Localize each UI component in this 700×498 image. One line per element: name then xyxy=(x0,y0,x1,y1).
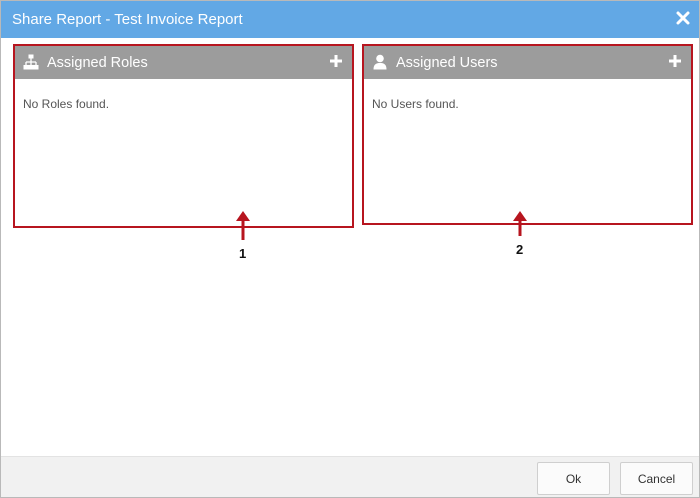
add-user-plus-icon[interactable] xyxy=(668,54,682,68)
assigned-roles-panel: Assigned Roles No Roles found. xyxy=(14,46,353,226)
dialog-titlebar: Share Report - Test Invoice Report xyxy=(1,1,699,38)
cancel-button[interactable]: Cancel xyxy=(620,462,693,495)
ok-button[interactable]: Ok xyxy=(537,462,610,495)
annotation-arrow-2 xyxy=(513,211,527,236)
hierarchy-icon xyxy=(23,54,39,70)
annotation-arrow-1 xyxy=(236,211,250,240)
assigned-users-header: Assigned Users xyxy=(363,46,692,79)
annotation-marker-1: 1 xyxy=(239,246,247,261)
dialog-title: Share Report - Test Invoice Report xyxy=(12,11,243,28)
no-users-text: No Users found. xyxy=(372,97,459,111)
user-icon xyxy=(372,54,388,70)
dialog-footer: Ok Cancel xyxy=(1,456,699,497)
assigned-roles-title: Assigned Roles xyxy=(47,55,148,71)
close-icon[interactable] xyxy=(675,9,691,27)
assigned-users-panel: Assigned Users No Users found. xyxy=(363,46,692,223)
no-roles-text: No Roles found. xyxy=(23,97,110,111)
assigned-roles-header: Assigned Roles xyxy=(14,46,353,79)
annotation-marker-2: 2 xyxy=(516,242,524,257)
share-report-dialog: Share Report - Test Invoice Report Assig… xyxy=(0,0,700,498)
assigned-users-title: Assigned Users xyxy=(396,55,498,71)
add-role-plus-icon[interactable] xyxy=(329,54,343,68)
